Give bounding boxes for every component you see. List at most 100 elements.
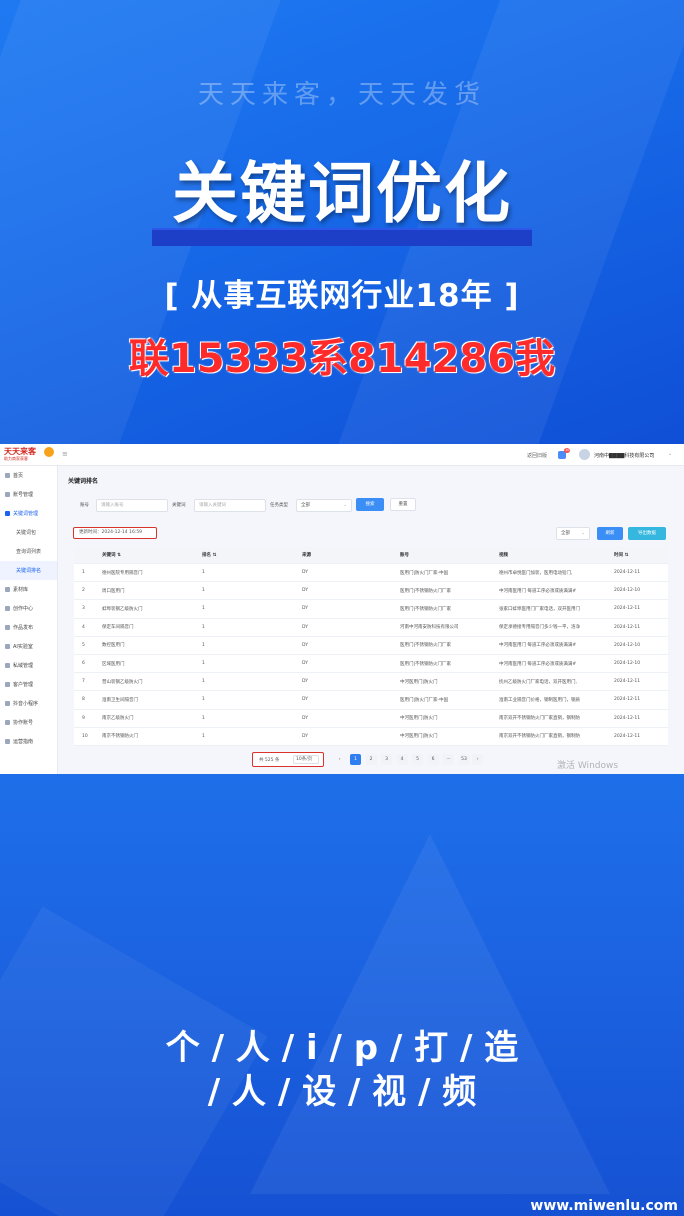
table-cell: 中河医用门|防火门: [400, 679, 438, 685]
table-cell: 1: [202, 570, 205, 576]
column-header: [82, 547, 96, 563]
table-row[interactable]: 10 南京不锈钢防火门 1 DY 中河医用门|防火门 南京双开不锈钢防火门厂家直销，钢制防…: [74, 727, 668, 746]
sidebar-item[interactable]: 关键词包: [0, 523, 57, 542]
banner-contact: 联15333系814286我: [128, 336, 556, 382]
company-name[interactable]: 河南中▇▇▇▇科技有限公司: [594, 452, 654, 459]
table-cell: 南京双开不锈钢防火门厂家直销，钢制防: [499, 716, 580, 722]
sidebar-item-label: 关键词排名: [16, 568, 42, 574]
account-input[interactable]: 请输入账号: [96, 499, 168, 512]
table-cell: 河南中河南安防科技有限公司: [400, 625, 459, 631]
table-row[interactable]: 9 南京乙级防火门 1 DY 中河医用门|防火门 南京双开不锈钢防火门厂家直销，钢制防 20…: [74, 709, 668, 728]
sidebar-item[interactable]: 私域管理: [0, 656, 57, 675]
table-cell: 2024-12-11: [614, 570, 641, 576]
sidebar-item[interactable]: AI实验室: [0, 637, 57, 656]
menu-collapse-icon[interactable]: ≡: [62, 451, 69, 458]
search-button[interactable]: 搜索: [356, 498, 384, 511]
folder-icon: [5, 587, 10, 592]
sidebar-item-label: 账号管理: [13, 492, 34, 498]
book-icon: [5, 739, 10, 744]
table-cell: 1: [202, 661, 205, 667]
reset-button[interactable]: 重置: [390, 498, 416, 511]
keyword-input[interactable]: 请输入关键词: [194, 499, 266, 512]
table-filter-select[interactable]: 全部 ⌄: [556, 527, 590, 540]
page-number-button[interactable]: 1: [350, 754, 361, 765]
table-row[interactable]: 2 周口医用门 1 DY 医用门|不锈钢防火门厂家 中河南医用门 每道工序必须或质满满# 2…: [74, 582, 668, 601]
table-row[interactable]: 5 数控医用门 1 DY 医用门|不锈钢防火门厂家 中河南医用门 每道工序必须或质满满# 2…: [74, 636, 668, 655]
page-number-button[interactable]: 2: [365, 754, 377, 765]
ip-slogan-line-1: 个 / 人 / i / p / 打 / 造: [165, 1028, 519, 1068]
sidebar-item[interactable]: 账号管理: [0, 485, 57, 504]
table-row[interactable]: 8 淮南卫生间隔音门 1 DY 医用门|防火门厂家-中国 淮南工业隔音门价格，钢制医用门，…: [74, 691, 668, 710]
ai-icon: [5, 644, 10, 649]
sidebar-item[interactable]: 客户管理: [0, 675, 57, 694]
page-number-button[interactable]: 53: [458, 754, 470, 765]
sidebar-item-label: 客户管理: [13, 682, 34, 688]
table-cell: 区域医用门: [102, 661, 125, 667]
site-watermark: www.miwenlu.com: [530, 1198, 678, 1214]
table-row[interactable]: 7 营山装钢乙级防火门 1 DY 中河医用门|防火门 抚州乙级防火门厂家电话，双开医用门,…: [74, 673, 668, 692]
table-cell: 3: [82, 606, 85, 612]
pagination-total: 共 525 条: [259, 758, 280, 763]
bottom-banner: 个 / 人 / i / p / 打 / 造 / 人 / 设 / 视 / 频 ww…: [0, 774, 684, 1216]
column-header[interactable]: 时间 ⇅: [614, 547, 668, 563]
table-cell: 5: [82, 642, 85, 648]
table-row[interactable]: 3 蚌埠装钢乙级防火门 1 DY 医用门|不锈钢防火门厂家 张家口蚌埠医用门厂家电话，双开…: [74, 600, 668, 619]
filter-bar: 账号 请输入账号 关键词 请输入关键词 任务类型 全部 ⌄ 搜索 重置: [68, 498, 672, 514]
table-cell: 2024-12-11: [614, 679, 641, 685]
chevron-down-icon[interactable]: ⌄: [668, 451, 672, 457]
page-number-button[interactable]: 4: [396, 754, 408, 765]
banner-slogan: 天天来客，天天发货: [197, 80, 486, 110]
app-logo[interactable]: 天天来客 助力商家获客: [4, 447, 56, 464]
table-cell: 医用门|防火门厂家-中国: [400, 697, 449, 703]
table-cell: 1: [202, 588, 205, 594]
headline-underline: [152, 228, 532, 246]
sidebar-item[interactable]: 协作账号: [0, 713, 57, 732]
table-cell: 德州医院专用隔音门: [102, 570, 143, 576]
sidebar-item[interactable]: 首页: [0, 466, 57, 485]
sidebar-item[interactable]: 运营指南: [0, 732, 57, 751]
table-cell: DY: [302, 588, 308, 594]
task-type-select[interactable]: 全部 ⌄: [296, 499, 352, 512]
sidebar-item-label: 素材库: [13, 587, 29, 593]
export-button[interactable]: 导出数据: [628, 527, 666, 540]
page-number-button[interactable]: 5: [412, 754, 423, 765]
table-cell: 南京乙级防火门: [102, 716, 134, 722]
sidebar-item[interactable]: 创作中心: [0, 599, 57, 618]
sidebar-item-label: 抖音小程序: [13, 701, 39, 707]
table-row[interactable]: 1 德州医院专用隔音门 1 DY 医用门|防火门厂家-中国 德州市卓悦医门加装，医用电动铅…: [74, 564, 668, 583]
column-header: 账号: [400, 553, 409, 558]
os-watermark: 激活 Windows: [557, 761, 619, 771]
banner-facet: [250, 834, 610, 1194]
sidebar-item[interactable]: 抖音小程序: [0, 694, 57, 713]
next-page-button[interactable]: ›: [472, 754, 483, 765]
avatar[interactable]: [579, 449, 590, 460]
tag-icon: [5, 511, 10, 516]
banner-headline: 关键词优化: [172, 155, 512, 232]
table-cell: 德州市卓悦医门加装，医用电动铅门,: [499, 570, 573, 576]
table-cell: 淮南工业隔音门价格，钢制医用门，钢质: [499, 697, 580, 703]
page-number-button[interactable]: 3: [381, 754, 392, 765]
tiger-mascot-icon: [44, 447, 54, 457]
page-size-select[interactable]: 10条/页: [293, 755, 319, 764]
sidebar-item[interactable]: 素材库: [0, 580, 57, 599]
table-cell: 数控医用门: [102, 643, 125, 649]
table-row[interactable]: 4 保定车间隔音门 1 DY 河南中河南安防科技有限公司 保定承德接专用隔音门多少钱一平，…: [74, 618, 668, 637]
sidebar-item[interactable]: 关键词排名: [0, 561, 57, 580]
page-number-button[interactable]: ···: [443, 754, 454, 765]
column-header[interactable]: 排名 ⇅: [202, 547, 297, 563]
home-icon: [5, 473, 10, 478]
table-cell: 营山装钢乙级防火门: [102, 679, 143, 685]
prev-page-button[interactable]: ‹: [334, 754, 345, 765]
refresh-button[interactable]: 刷新: [597, 527, 623, 540]
back-old-version-link[interactable]: 返回旧版: [527, 452, 547, 459]
sidebar-item[interactable]: 作品发布: [0, 618, 57, 637]
page-number-button[interactable]: 6: [427, 754, 439, 765]
sidebar-item[interactable]: 查询词列表: [0, 542, 57, 561]
table-cell: 2: [82, 588, 85, 594]
table-cell: 南京不锈钢防火门: [102, 734, 138, 740]
sidebar-item[interactable]: 关键词管理: [0, 504, 57, 523]
table-cell: 2024-12-11: [614, 606, 641, 612]
table-row[interactable]: 6 区域医用门 1 DY 医用门|不锈钢防火门厂家 中河南医用门 每道工序必须或质满满# 2…: [74, 654, 668, 674]
column-header[interactable]: 关键词 ⇅: [102, 547, 200, 563]
column-header: 来源: [302, 553, 311, 558]
